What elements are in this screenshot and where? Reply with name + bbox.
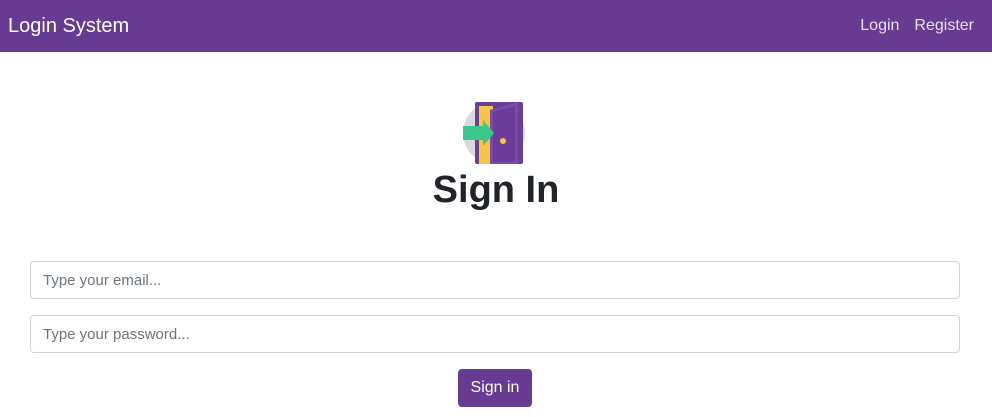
email-field[interactable] (30, 261, 960, 299)
door-enter-icon (463, 102, 525, 164)
password-field[interactable] (30, 315, 960, 353)
nav-login-link[interactable]: Login (860, 16, 899, 36)
sign-in-button[interactable]: Sign in (458, 369, 532, 407)
nav-links: Login Register (860, 16, 974, 36)
page-title: Sign In (432, 169, 560, 211)
navbar: Login System Login Register (0, 0, 992, 52)
brand-link[interactable]: Login System (8, 14, 129, 38)
nav-register-link[interactable]: Register (914, 16, 974, 36)
